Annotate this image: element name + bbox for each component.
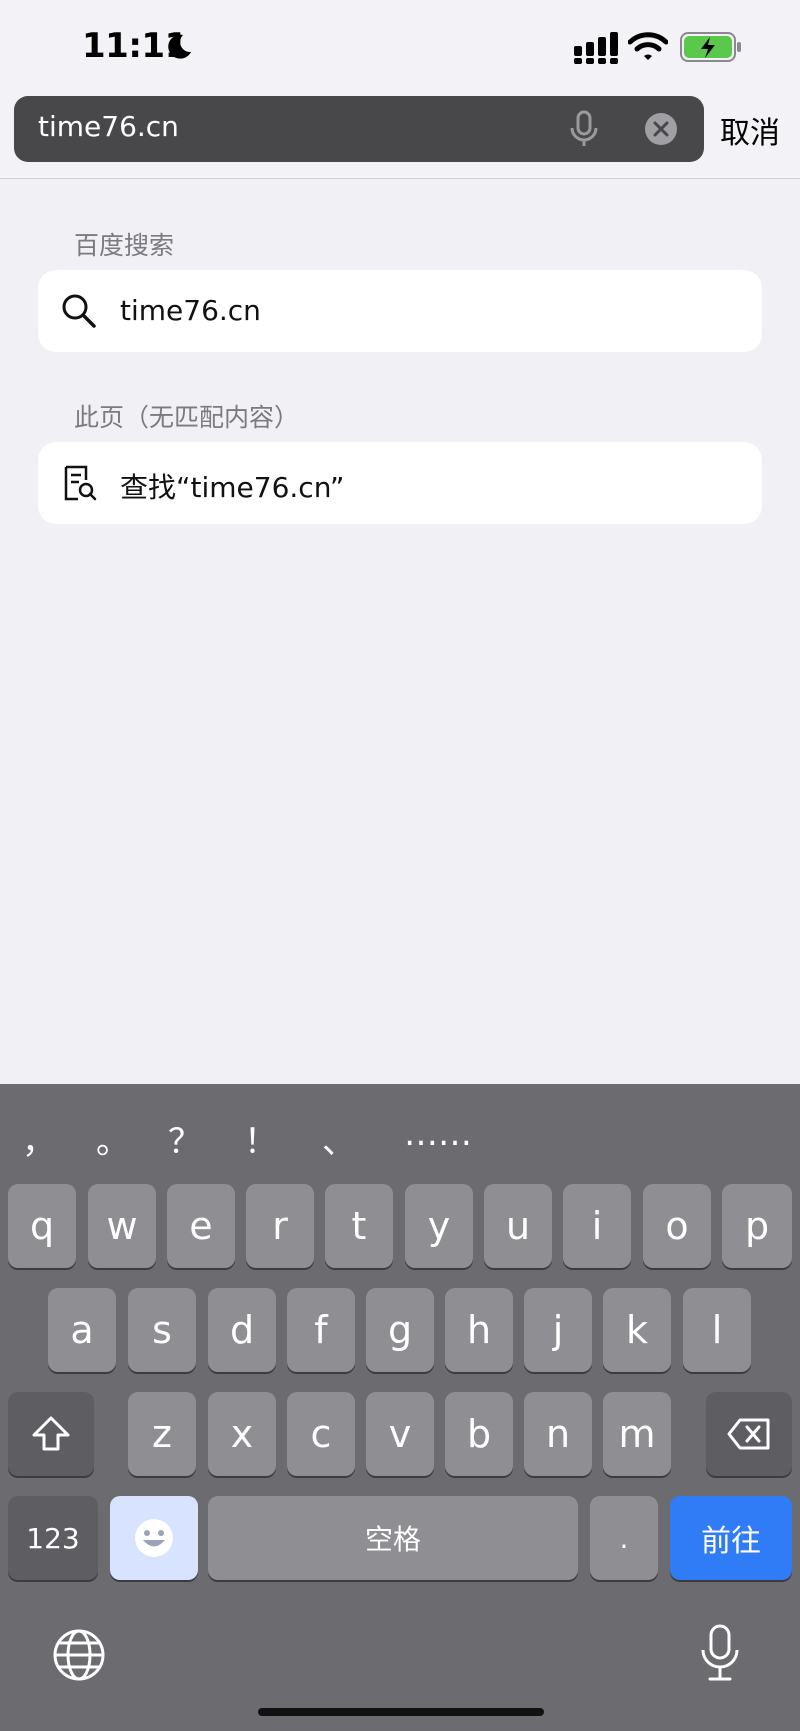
punct-comma-key[interactable]: ，	[22, 1114, 56, 1163]
find-on-page-query: 查找“time76.cn”	[120, 471, 345, 504]
key-j[interactable]: j	[524, 1288, 592, 1372]
key-y[interactable]: y	[405, 1184, 473, 1268]
key-a[interactable]: a	[48, 1288, 116, 1372]
key-v[interactable]: v	[366, 1392, 434, 1476]
baidu-search-suggestion[interactable]: time76.cn	[38, 270, 762, 352]
key-h[interactable]: h	[445, 1288, 513, 1372]
key-r[interactable]: r	[246, 1184, 314, 1268]
battery-charging-icon	[680, 32, 741, 62]
punct-enumeration-key[interactable]: 、	[322, 1114, 356, 1163]
key-o[interactable]: o	[643, 1184, 711, 1268]
keyboard: ， 。 ？ ！ 、 …… q w e r t y u i o p a s d f…	[0, 1084, 800, 1731]
key-i[interactable]: i	[563, 1184, 631, 1268]
punct-question-key[interactable]: ？	[168, 1114, 202, 1163]
find-in-page-icon	[64, 465, 97, 501]
numbers-key[interactable]: 123	[8, 1496, 98, 1580]
go-button[interactable]: 前往	[670, 1496, 792, 1580]
search-bar-area: time76.cn 取消	[0, 94, 800, 179]
moon-icon	[168, 34, 191, 59]
key-t[interactable]: t	[325, 1184, 393, 1268]
baidu-search-query: time76.cn	[120, 294, 261, 327]
microphone-icon[interactable]	[566, 110, 602, 148]
baidu-search-header: 百度搜索	[74, 231, 175, 260]
key-w[interactable]: w	[88, 1184, 156, 1268]
globe-icon[interactable]	[52, 1628, 106, 1682]
url-search-field[interactable]: time76.cn	[14, 96, 704, 162]
punct-ellipsis-key[interactable]: ……	[404, 1114, 472, 1154]
key-n[interactable]: n	[524, 1392, 592, 1476]
shift-icon	[32, 1416, 70, 1451]
key-e[interactable]: e	[167, 1184, 235, 1268]
search-icon	[62, 294, 96, 328]
emoji-key[interactable]	[110, 1496, 198, 1580]
punct-period-key[interactable]: 。	[96, 1114, 130, 1163]
key-l[interactable]: l	[683, 1288, 751, 1372]
key-p[interactable]: p	[722, 1184, 792, 1268]
key-x[interactable]: x	[208, 1392, 276, 1476]
emoji-icon	[135, 1519, 173, 1557]
space-key[interactable]: 空格	[208, 1496, 578, 1580]
dictation-mic-icon[interactable]	[700, 1624, 740, 1682]
cancel-button[interactable]: 取消	[720, 108, 780, 152]
key-b[interactable]: b	[445, 1392, 513, 1476]
status-bar: 11:11	[0, 0, 800, 94]
key-g[interactable]: g	[366, 1288, 434, 1372]
key-f[interactable]: f	[287, 1288, 355, 1372]
delete-key[interactable]	[706, 1392, 792, 1476]
key-s[interactable]: s	[128, 1288, 196, 1372]
key-c[interactable]: c	[287, 1392, 355, 1476]
key-k[interactable]: k	[603, 1288, 671, 1372]
shift-key[interactable]	[8, 1392, 94, 1476]
delete-icon	[727, 1418, 770, 1450]
punct-exclaim-key[interactable]: ！	[244, 1114, 278, 1163]
key-z[interactable]: z	[128, 1392, 196, 1476]
key-q[interactable]: q	[8, 1184, 76, 1268]
cellular-signal-icon	[574, 32, 618, 64]
find-on-page-suggestion[interactable]: 查找“time76.cn”	[38, 442, 762, 524]
home-indicator[interactable]	[258, 1708, 544, 1716]
key-m[interactable]: m	[603, 1392, 671, 1476]
url-input-value[interactable]: time76.cn	[38, 110, 179, 143]
wifi-icon	[628, 32, 668, 60]
period-key[interactable]: .	[590, 1496, 658, 1580]
key-u[interactable]: u	[484, 1184, 552, 1268]
key-d[interactable]: d	[208, 1288, 276, 1372]
on-page-header: 此页（无匹配内容）	[74, 403, 300, 432]
clear-icon[interactable]	[644, 112, 678, 146]
